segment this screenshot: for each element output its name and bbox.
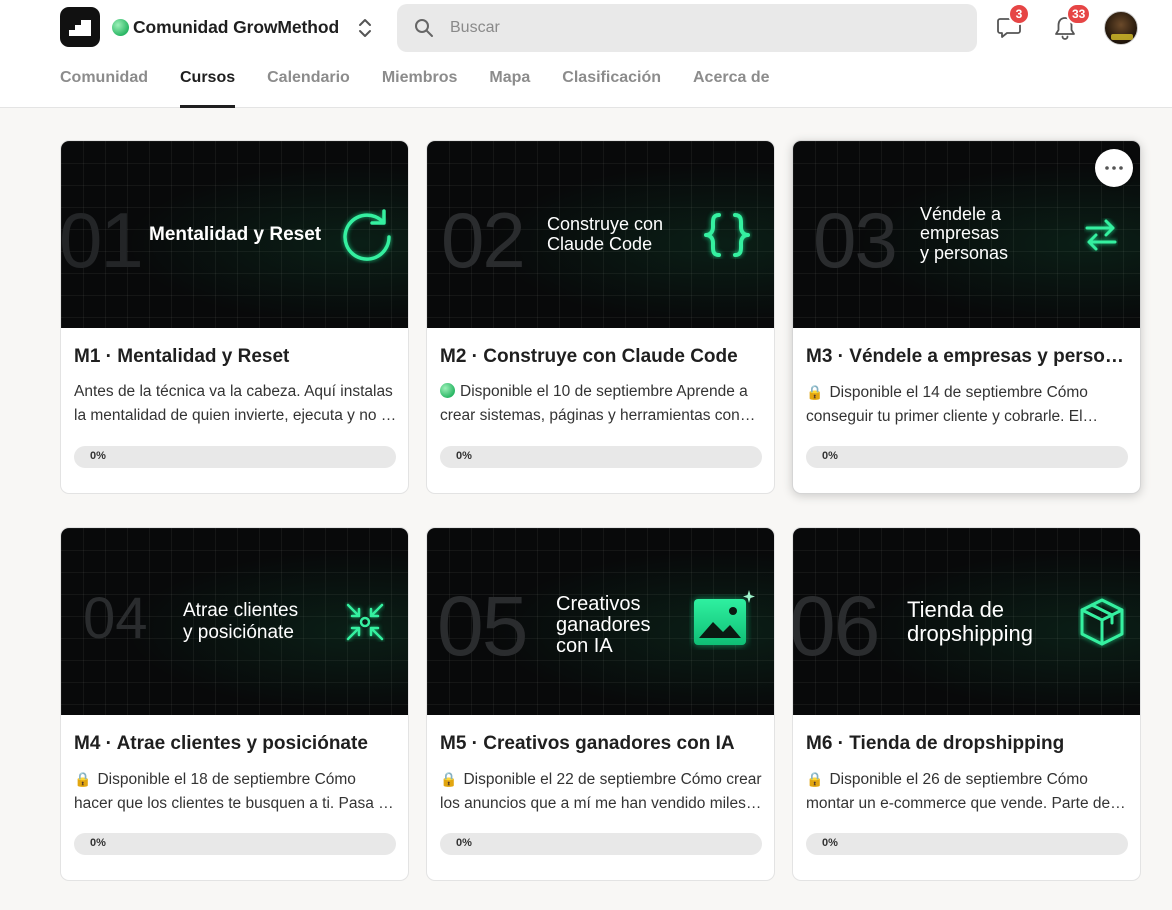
target-arrows-icon [346,603,384,641]
banner-title: Creativos ganadores con IA [556,593,651,657]
progress-label: 0% [90,450,106,462]
banner-title: Atrae clientes y posiciónate [183,600,299,643]
course-progress-bar: 0% [440,833,762,855]
tab-acerca-de[interactable]: Acerca de [693,56,770,108]
main-nav-tabs: Comunidad Cursos Calendario Miembros Map… [60,56,802,108]
chevron-up-down-icon [359,19,371,37]
course-description: Disponible el 10 de septiembre Aprende a… [440,383,748,424]
course-banner: 02 Construye con Claude Code [427,141,774,328]
tab-clasificacion[interactable]: Clasificación [562,56,661,108]
course-progress-bar: 0% [74,446,396,468]
course-title[interactable]: M3 · Véndele a empresas y personas [806,346,1128,368]
tab-miembros[interactable]: Miembros [382,56,458,108]
progress-label: 0% [456,837,472,849]
messages-button[interactable]: 3 [993,3,1030,44]
progress-label: 0% [822,450,838,462]
community-switcher-button[interactable] [353,14,377,42]
code-braces-icon [703,212,751,258]
lock-icon: 🔒 [806,771,824,787]
search-input[interactable] [450,19,930,37]
top-header: Comunidad GrowMethod 3 33 Comunidad Curs… [0,0,1172,108]
progress-label: 0% [90,837,106,849]
course-card-m4[interactable]: 04 Atrae clientes y posiciónate M4 · Atr… [60,527,409,881]
community-name: Comunidad GrowMethod [133,16,340,37]
course-banner: 01 Mentalidad y Reset [61,141,408,328]
banner-number: 01 [61,196,144,284]
course-banner: 03 Véndele a empresas y personas [793,141,1140,328]
lock-icon: 🔒 [806,384,824,400]
box-icon [1079,597,1125,647]
course-title[interactable]: M2 · Construye con Claude Code [440,346,762,368]
banner-number: 02 [441,196,526,284]
community-logo[interactable] [60,7,100,47]
community-status-dot [112,18,129,36]
course-description: 🔒 Disponible el 26 de septiembre Cómo mon… [806,767,1130,816]
banner-number: 06 [793,579,880,673]
search-icon [415,19,433,37]
course-progress-bar: 0% [74,833,396,855]
notifications-badge: 33 [1066,3,1092,25]
course-description: Antes de la técnica va la cabeza. Aquí i… [74,383,398,424]
banner-number: 05 [437,579,528,673]
user-avatar[interactable] [1104,11,1138,45]
stairs-logo-icon [69,20,91,36]
progress-label: 0% [456,450,472,462]
course-progress-bar: 0% [440,446,762,468]
banner-number: 04 [83,586,148,651]
community-selector[interactable]: Comunidad GrowMethod [112,16,339,38]
course-banner: 06 Tienda de dropshipping [793,528,1140,715]
swap-arrows-icon [1085,219,1117,251]
search-bar[interactable] [397,4,977,52]
banner-title: Construye con Claude Code [547,214,664,254]
course-description: 🔒 Disponible el 18 de septiembre Cómo hac… [74,767,398,816]
course-card-m2[interactable]: 02 Construye con Claude Code M2 · Constr… [426,140,775,494]
course-title[interactable]: M1 · Mentalidad y Reset [74,346,396,368]
course-description: 🔒 Disponible el 22 de septiembre Cómo cre… [440,767,764,816]
refresh-icon [343,209,392,262]
tab-calendario[interactable]: Calendario [267,56,350,108]
course-card-m3[interactable]: 03 Véndele a empresas y personas M3 · Vé… [792,140,1141,494]
notifications-button[interactable]: 33 [1049,3,1092,44]
course-progress-bar: 0% [806,833,1128,855]
banner-title: Tienda de dropshipping [907,597,1033,647]
more-options-button[interactable] [1095,149,1133,187]
course-progress-bar: 0% [806,446,1128,468]
course-card-m5[interactable]: 05 Creativos ganadores con IA M5 · Creat… [426,527,775,881]
tab-comunidad[interactable]: Comunidad [60,56,148,108]
course-card-m6[interactable]: 06 Tienda de dropshipping M6 · Tienda de… [792,527,1141,881]
course-title[interactable]: M5 · Creativos ganadores con IA [440,733,762,755]
tab-mapa[interactable]: Mapa [489,56,530,108]
banner-title: Véndele a empresas y personas [920,204,1009,263]
course-title[interactable]: M4 · Atrae clientes y posiciónate [74,733,396,755]
course-banner: 04 Atrae clientes y posiciónate [61,528,408,715]
banner-title: Mentalidad y Reset [149,224,322,245]
tab-cursos[interactable]: Cursos [180,56,236,108]
banner-number: 03 [813,196,898,284]
lock-icon: 🔒 [74,771,92,787]
messages-badge: 3 [1008,3,1030,25]
ellipsis-icon [1105,166,1123,170]
course-card-m1[interactable]: 01 Mentalidad y Reset M1 · Mentalidad y … [60,140,409,494]
course-title[interactable]: M6 · Tienda de dropshipping [806,733,1128,755]
progress-label: 0% [822,837,838,849]
course-banner: 05 Creativos ganadores con IA [427,528,774,715]
lock-icon: 🔒 [440,771,458,787]
course-description: 🔒 Disponible el 14 de septiembre Cómo con… [806,380,1130,429]
image-sparkle-icon [694,590,755,645]
available-dot-icon [440,383,455,398]
